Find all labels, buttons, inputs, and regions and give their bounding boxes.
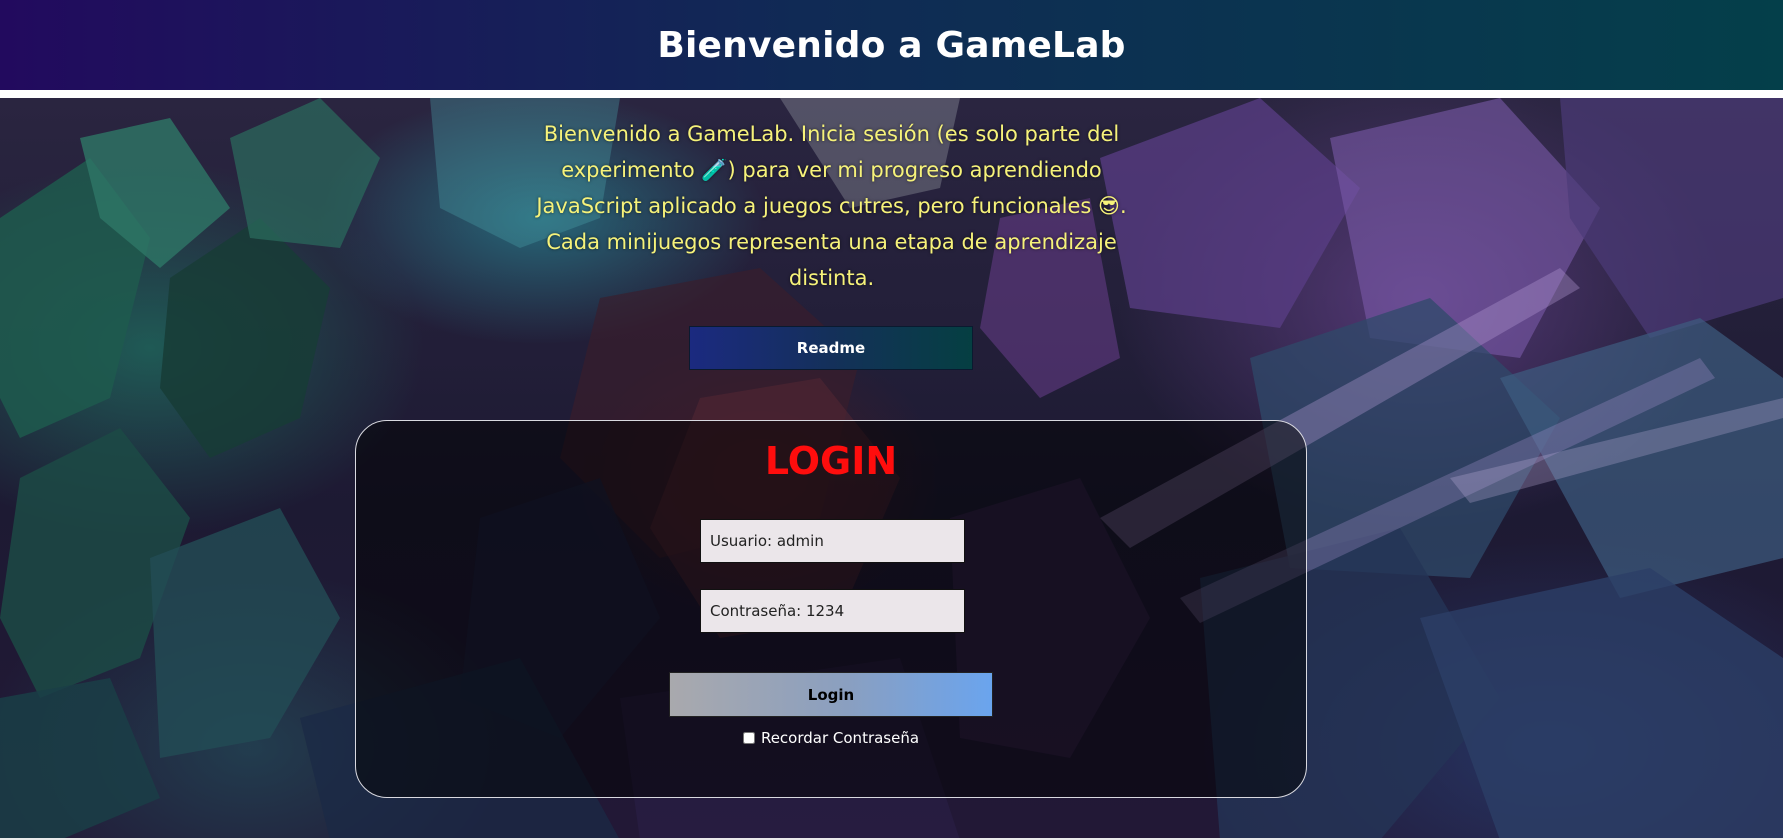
remember-password-label: Recordar Contraseña bbox=[760, 729, 920, 747]
remember-password: Recordar Contraseña bbox=[356, 729, 1306, 747]
intro-text: Bienvenido a GameLab. Inicia sesión (es … bbox=[536, 122, 1127, 290]
hero-background: Bienvenido a GameLab. Inicia sesión (es … bbox=[0, 98, 1783, 840]
username-input[interactable] bbox=[700, 519, 965, 563]
login-button[interactable]: Login bbox=[669, 672, 993, 717]
top-header: Bienvenido a GameLab bbox=[0, 0, 1783, 90]
remember-password-checkbox[interactable] bbox=[742, 732, 755, 744]
login-title: LOGIN bbox=[764, 439, 898, 483]
password-input[interactable] bbox=[700, 589, 965, 633]
login-panel: LOGIN Login Recordar Contraseña bbox=[355, 420, 1307, 798]
readme-button[interactable]: Readme bbox=[689, 326, 973, 370]
page-title: Bienvenido a GameLab bbox=[657, 24, 1126, 66]
